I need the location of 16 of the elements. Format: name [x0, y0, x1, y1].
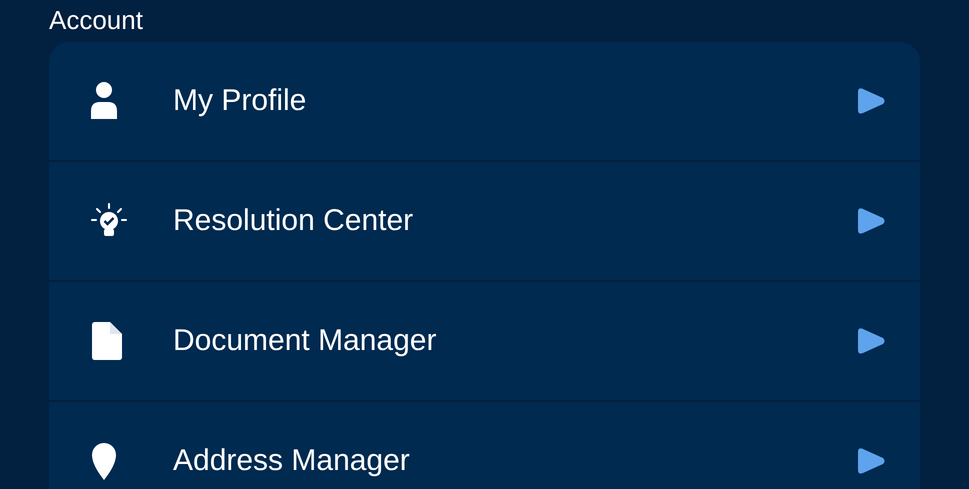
menu-label: Resolution Center: [173, 204, 414, 238]
map-pin-icon: [89, 441, 119, 481]
document-icon: [89, 321, 123, 361]
menu-label: Document Manager: [173, 324, 438, 358]
menu-label: Address Manager: [173, 444, 411, 478]
menu-item[interactable]: My Profile: [49, 42, 920, 162]
play-arrow-icon: [856, 87, 886, 115]
play-arrow-icon: [856, 447, 886, 475]
menu-item[interactable]: Document Manager: [49, 282, 920, 402]
menu-item[interactable]: Resolution Center: [49, 162, 920, 282]
menu-item[interactable]: Address Manager: [49, 402, 920, 489]
menu-label: My Profile: [173, 84, 308, 118]
person-icon: [89, 81, 119, 121]
section-title: Account: [49, 4, 144, 37]
play-arrow-icon: [856, 207, 886, 235]
play-arrow-icon: [856, 327, 886, 355]
